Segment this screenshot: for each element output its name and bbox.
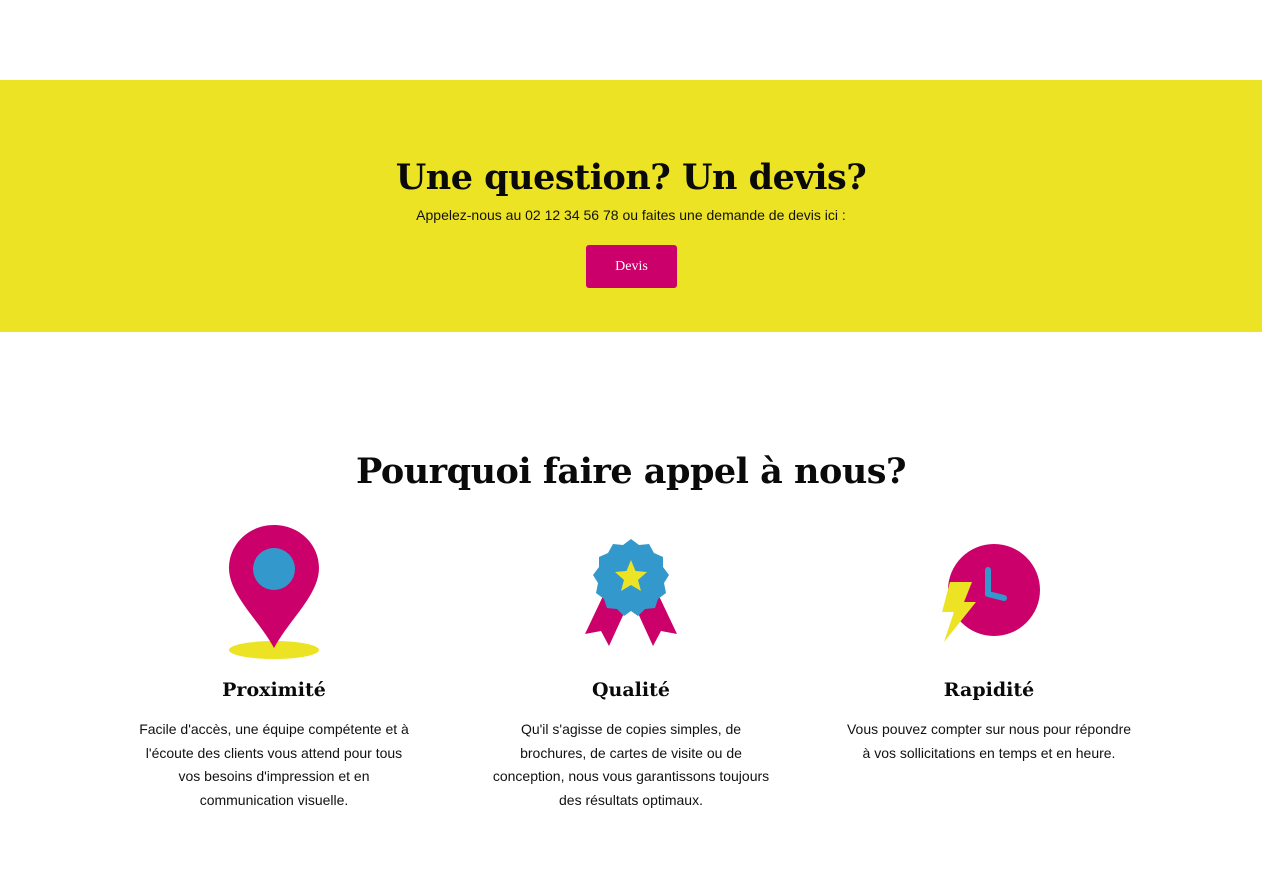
clock-lightning-icon xyxy=(839,520,1139,668)
feature-proximite: Proximité Facile d'accès, une équipe com… xyxy=(124,520,424,812)
cta-band: Une question? Un devis? Appelez-nous au … xyxy=(0,80,1262,332)
cta-text: Appelez-nous au 02 12 34 56 78 ou faites… xyxy=(416,207,846,223)
feature-rapidite: Rapidité Vous pouvez compter sur nous po… xyxy=(839,520,1139,765)
devis-button[interactable]: Devis xyxy=(586,245,677,288)
top-spacer xyxy=(0,0,1262,80)
feature-title: Qualité xyxy=(592,679,670,701)
feature-text: Qu'il s'agisse de copies simples, de bro… xyxy=(492,721,770,808)
feature-text: Vous pouvez compter sur nous pour répond… xyxy=(846,721,1132,761)
feature-title: Rapidité xyxy=(943,679,1035,701)
feature-qualite: Qualité Qu'il s'agisse de copies simples… xyxy=(481,520,781,812)
why-title: Pourquoi faire appel à nous? xyxy=(356,451,906,492)
feature-title: Proximité xyxy=(222,679,326,701)
award-ribbon-icon xyxy=(481,520,781,668)
map-pin-icon xyxy=(124,520,424,668)
feature-text: Facile d'accès, une équipe compétente et… xyxy=(139,721,409,808)
cta-title: Une question? Un devis? xyxy=(395,157,867,198)
